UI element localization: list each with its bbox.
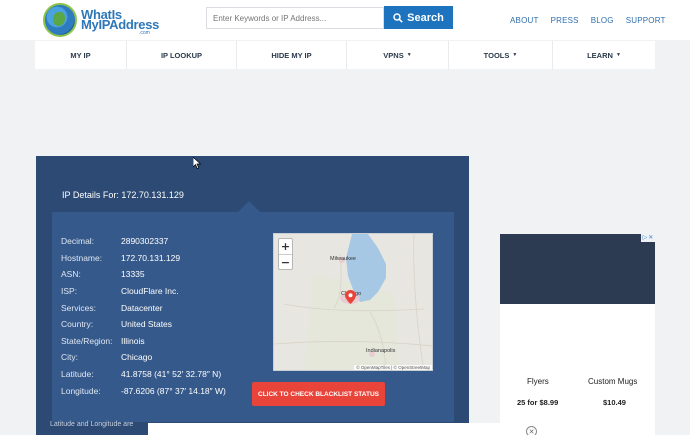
link-about[interactable]: ABOUT: [510, 16, 539, 25]
caret-down-icon: ▼: [512, 52, 518, 58]
caret-down-icon: ▼: [406, 52, 412, 58]
map-zoom-controls: + −: [278, 238, 293, 270]
detail-value: 2890302337: [121, 236, 169, 247]
nav-item-label: MY IP: [70, 50, 91, 60]
lat-long-note: Latitude and Longitude are: [50, 421, 134, 428]
ip-details-list: Decimal: 2890302337 Hostname: 172.70.131.1…: [61, 233, 226, 399]
logo-text-line3: .com: [139, 30, 150, 36]
detail-key: ASN:: [61, 269, 81, 280]
ip-details-title: IP Details For: 172.70.131.129: [62, 190, 184, 200]
location-map[interactable]: Milwaukee Chicago Indianapolis + − © Ope…: [273, 233, 433, 371]
ad-close-icon[interactable]: ✕: [648, 235, 653, 241]
caret-down-icon: ▼: [615, 52, 621, 58]
site-header: WhatIs MyIPAddress .com Search ABOUT PRE…: [0, 0, 690, 40]
detail-row-country: Country: United States: [61, 316, 226, 333]
detail-key: Services:: [61, 302, 96, 313]
nav-item-label: IP LOOKUP: [160, 50, 203, 60]
detail-row-latitude: Latitude: 41.8758 (41° 52′ 32.78″ N): [61, 366, 226, 383]
nav-item-label: VPNS: [383, 50, 404, 60]
nav-item-label: HIDE MY IP: [271, 50, 312, 60]
detail-row-hostname: Hostname: 172.70.131.129: [61, 250, 226, 267]
panel-notch: [238, 201, 260, 212]
search-input[interactable]: [206, 7, 384, 29]
detail-value: Chicago: [121, 352, 153, 363]
detail-row-longitude: Longitude: -87.6206 (87° 37′ 14.18″ W): [61, 382, 226, 399]
detail-value: Datacenter: [121, 302, 163, 313]
detail-key: Latitude:: [61, 369, 94, 380]
bottom-ad-bar: [148, 423, 648, 435]
ad-banner-image[interactable]: [500, 234, 655, 304]
detail-key: City:: [61, 352, 78, 363]
detail-value: CloudFlare Inc.: [121, 286, 179, 297]
mouse-cursor-icon: [193, 157, 201, 169]
search-icon: [393, 12, 403, 23]
zoom-out-button[interactable]: −: [279, 254, 292, 269]
detail-value: 172.70.131.129: [121, 252, 181, 263]
detail-value: Illinois: [121, 335, 145, 346]
search-button[interactable]: Search: [384, 6, 453, 29]
ad-info-icon[interactable]: ▷: [643, 235, 648, 241]
nav-item-tools[interactable]: TOOLS ▼: [449, 41, 553, 69]
link-blog[interactable]: BLOG: [591, 16, 614, 25]
search-button-label: Search: [407, 11, 444, 24]
detail-row-isp: ISP: CloudFlare Inc.: [61, 283, 226, 300]
detail-value: 41.8758 (41° 52′ 32.78″ N): [121, 369, 222, 380]
detail-value: 13335: [121, 269, 145, 280]
map-label-milwaukee: Milwaukee: [330, 256, 356, 262]
detail-value: United States: [121, 319, 173, 330]
top-links: ABOUT PRESS BLOG SUPPORT: [510, 16, 666, 25]
ad-item-name[interactable]: Flyers: [527, 377, 549, 386]
ad-item-price[interactable]: 25 for $8.99: [517, 398, 558, 407]
nav-item-ip-lookup[interactable]: IP LOOKUP: [127, 41, 237, 69]
ad-unit[interactable]: ▷ ✕ Flyers 25 for $8.99 Custom Mugs $10.…: [500, 234, 655, 435]
detail-key: Hostname:: [61, 252, 103, 263]
site-logo[interactable]: WhatIs MyIPAddress .com: [43, 3, 159, 37]
nav-item-label: TOOLS: [483, 50, 510, 60]
detail-key: Longitude:: [61, 385, 101, 396]
detail-row-city: City: Chicago: [61, 349, 226, 366]
nav-item-learn[interactable]: LEARN ▼: [553, 41, 655, 69]
ad-choices[interactable]: ▷ ✕: [641, 234, 655, 242]
detail-value: -87.6206 (87° 37′ 14.18″ W): [121, 385, 226, 396]
map-marker-icon[interactable]: [345, 290, 356, 304]
detail-key: ISP:: [61, 286, 78, 297]
map-attribution[interactable]: © OpenMapTiles | © OpenStreetMap: [354, 365, 432, 370]
detail-row-decimal: Decimal: 2890302337: [61, 233, 226, 250]
detail-row-services: Services: Datacenter: [61, 299, 226, 316]
ad-item-name[interactable]: Custom Mugs: [588, 377, 637, 386]
zoom-in-button[interactable]: +: [279, 239, 292, 254]
main-nav: MY IP IP LOOKUP HIDE MY IP VPNS ▼ TOOLS …: [35, 41, 655, 69]
nav-item-hide-my-ip[interactable]: HIDE MY IP: [237, 41, 347, 69]
check-blacklist-button[interactable]: CLICK TO CHECK BLACKLIST STATUS: [252, 382, 385, 406]
detail-key: Country:: [61, 319, 94, 330]
globe-icon: [43, 3, 77, 37]
nav-item-label: LEARN: [587, 50, 613, 60]
detail-row-asn: ASN: 13335: [61, 266, 226, 283]
link-support[interactable]: SUPPORT: [626, 16, 666, 25]
ip-details-panel: IP Details For: 172.70.131.129 Decimal: 2…: [36, 156, 469, 435]
nav-item-vpns[interactable]: VPNS ▼: [347, 41, 449, 69]
link-press[interactable]: PRESS: [551, 16, 579, 25]
map-label-indianapolis: Indianapolis: [366, 348, 396, 354]
ad-item-price[interactable]: $10.49: [603, 398, 626, 407]
detail-row-state: State/Region: Illinois: [61, 333, 226, 350]
close-icon[interactable]: ✕: [526, 426, 537, 435]
detail-key: State/Region:: [61, 335, 113, 346]
nav-item-my-ip[interactable]: MY IP: [35, 41, 127, 69]
detail-key: Decimal:: [61, 236, 95, 247]
